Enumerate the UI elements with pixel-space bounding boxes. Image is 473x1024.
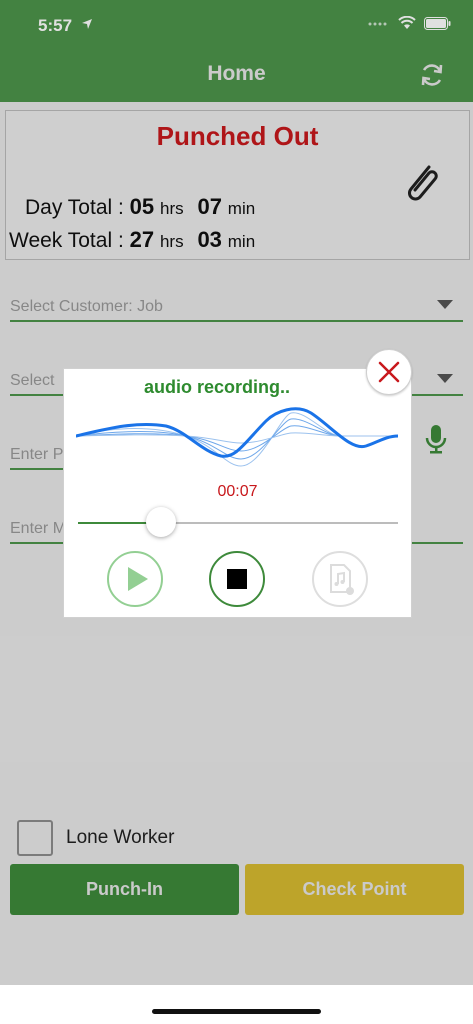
attach-audio-button[interactable] (312, 551, 368, 607)
slider-thumb[interactable] (146, 507, 176, 537)
close-icon (378, 361, 400, 383)
dialog-title: audio recording.. (144, 377, 291, 397)
stop-button[interactable] (209, 551, 265, 607)
recording-progress-slider[interactable] (78, 507, 398, 537)
audio-file-icon (330, 564, 354, 595)
close-button[interactable] (366, 349, 412, 395)
recording-timer: 00:07 (217, 483, 258, 500)
stop-icon (227, 569, 247, 589)
play-button[interactable] (107, 551, 163, 607)
home-indicator[interactable] (152, 1009, 321, 1014)
waveform (76, 407, 398, 467)
play-icon (128, 567, 148, 591)
audio-recording-dialog: audio recording.. 00:07 (63, 349, 412, 618)
